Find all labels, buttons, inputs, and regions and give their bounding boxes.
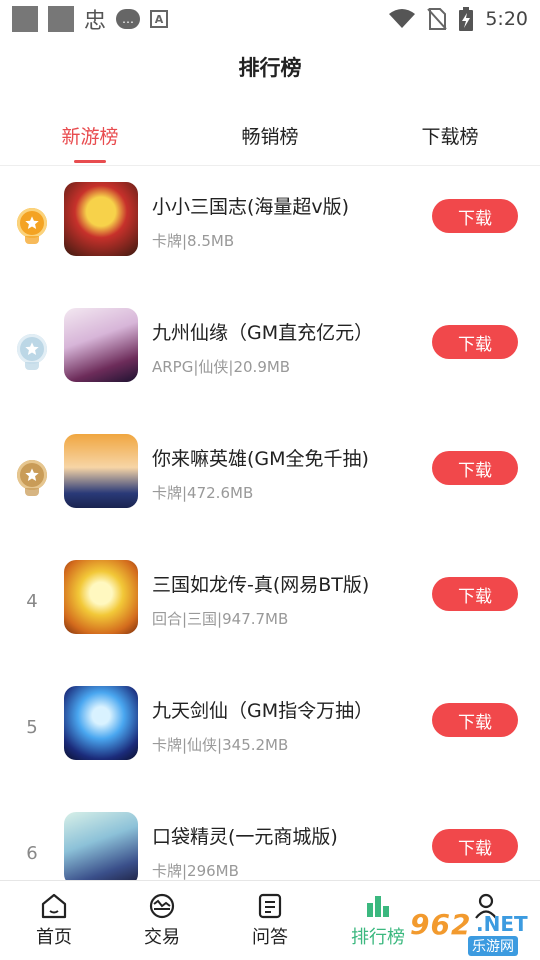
download-button[interactable]: 下载 (432, 325, 518, 359)
app-icon[interactable] (64, 812, 138, 886)
watermark-number: 962 (410, 908, 472, 941)
app-name[interactable]: 九天剑仙（GM指令万抽） (152, 696, 373, 723)
app-icon[interactable] (64, 560, 138, 634)
list-item[interactable]: 你来嘛英雄(GM全免千抽) 卡牌|472.6MB 下载 (0, 418, 540, 544)
app-meta: 回合|三国|947.7MB (152, 610, 289, 628)
site-watermark: 962 .NET 乐游网 (404, 908, 534, 956)
list-item[interactable]: 5 九天剑仙（GM指令万抽） 卡牌|仙侠|345.2MB 下载 (0, 670, 540, 796)
app-name[interactable]: 小小三国志(海量超v版) (152, 192, 349, 219)
status-right: 5:20 (389, 7, 528, 31)
app-square-icon (48, 6, 74, 32)
download-button[interactable]: 下载 (432, 703, 518, 737)
qa-icon (258, 893, 282, 919)
watermark-suffix: .NET (476, 912, 528, 936)
nav-label: 交易 (144, 927, 180, 948)
trade-icon (149, 893, 175, 919)
silver-medal-icon (17, 334, 47, 370)
home-icon (41, 893, 67, 919)
rank-badge (14, 454, 50, 496)
ranking-icon (367, 896, 389, 917)
wechat-bubble-icon: … (116, 9, 141, 29)
app-meta: 卡牌|296MB (152, 862, 239, 880)
rank-badge (14, 328, 50, 370)
watermark-sub: 乐游网 (468, 936, 518, 956)
list-item[interactable]: 小小三国志(海量超v版) 卡牌|8.5MB 下载 (0, 166, 540, 292)
download-button[interactable]: 下载 (432, 199, 518, 233)
battery-charging-icon (459, 7, 474, 31)
status-bar: 忠 … A 5:20 (0, 0, 540, 38)
app-meta: ARPG|仙侠|20.9MB (152, 358, 291, 376)
nav-trade[interactable]: 交易 (108, 881, 216, 960)
app-meta: 卡牌|仙侠|345.2MB (152, 736, 289, 754)
nav-label: 问答 (252, 927, 288, 948)
nav-label: 首页 (36, 927, 72, 948)
download-button[interactable]: 下载 (432, 577, 518, 611)
app-name[interactable]: 三国如龙传-真(网易BT版) (152, 570, 369, 597)
rank-number: 4 (26, 590, 38, 612)
app-icon[interactable] (64, 308, 138, 382)
page-title: 排行榜 (238, 56, 302, 80)
download-button[interactable]: 下载 (432, 829, 518, 863)
tab-bar: 新游榜 畅销榜 下载榜 (0, 112, 540, 166)
list-item[interactable]: 4 三国如龙传-真(网易BT版) 回合|三国|947.7MB 下载 (0, 544, 540, 670)
no-sim-icon (427, 8, 448, 30)
nav-home[interactable]: 首页 (0, 881, 108, 960)
app-name[interactable]: 九州仙缘（GM直充亿元） (152, 318, 373, 345)
app-name[interactable]: 口袋精灵(一元商城版) (152, 822, 338, 849)
list-item[interactable]: 九州仙缘（GM直充亿元） ARPG|仙侠|20.9MB 下载 (0, 292, 540, 418)
app-icon[interactable] (64, 434, 138, 508)
wifi-icon (389, 9, 416, 28)
tab-new-games[interactable]: 新游榜 (0, 112, 180, 165)
notification-glyph-icon: 忠 (84, 9, 107, 34)
download-button[interactable]: 下载 (432, 451, 518, 485)
tab-downloads[interactable]: 下载榜 (360, 112, 540, 165)
rank-number: 5 (26, 716, 38, 738)
font-a-icon: A (150, 10, 169, 28)
status-left: 忠 … A (12, 3, 169, 35)
nav-qa[interactable]: 问答 (216, 881, 324, 960)
nav-label: 排行榜 (351, 927, 405, 948)
app-icon[interactable] (64, 182, 138, 256)
ranking-list: 小小三国志(海量超v版) 卡牌|8.5MB 下载 九州仙缘（GM直充亿元） AR… (0, 166, 540, 922)
tab-best-selling[interactable]: 畅销榜 (180, 112, 360, 165)
rank-badge (14, 202, 50, 244)
gold-medal-icon (17, 208, 47, 244)
app-meta: 卡牌|472.6MB (152, 484, 254, 502)
app-meta: 卡牌|8.5MB (152, 232, 235, 250)
app-name[interactable]: 你来嘛英雄(GM全免千抽) (152, 444, 369, 471)
app-icon[interactable] (64, 686, 138, 760)
status-time: 5:20 (485, 8, 528, 30)
bronze-medal-icon (17, 460, 47, 496)
app-square-icon (12, 6, 38, 32)
rank-number: 6 (26, 842, 38, 864)
